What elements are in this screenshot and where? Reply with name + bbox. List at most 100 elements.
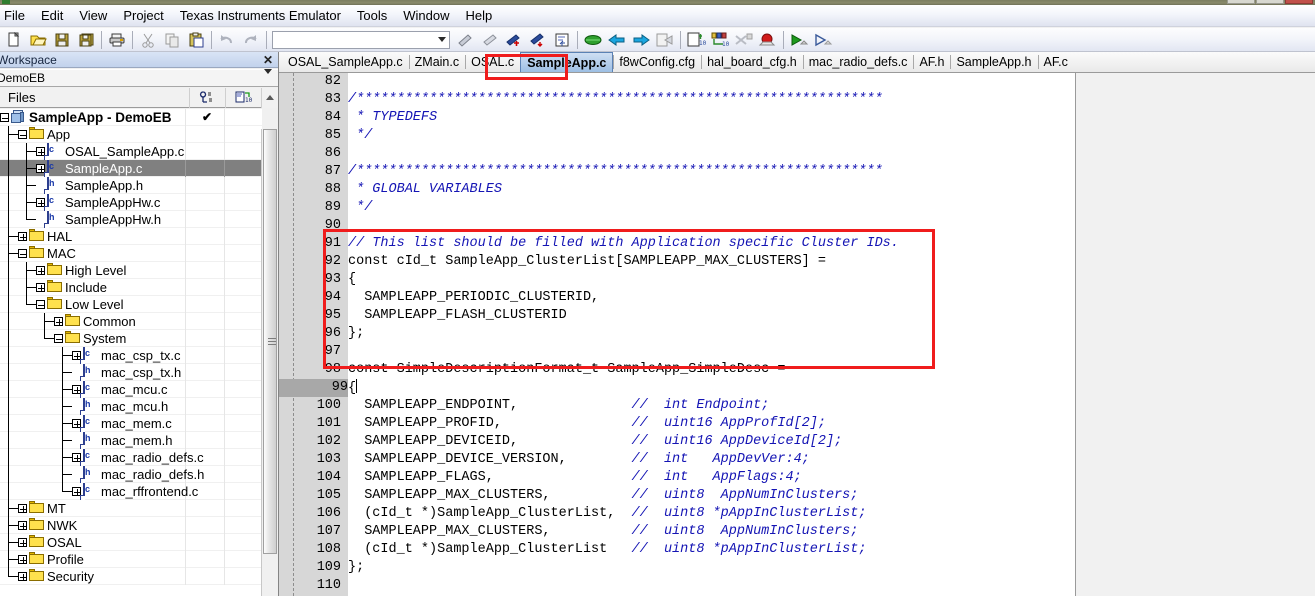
collapse-icon[interactable]: [36, 299, 45, 309]
open-folder-icon[interactable]: [26, 29, 50, 51]
make-icon[interactable]: [605, 29, 629, 51]
build-columns-icon[interactable]: 10: [225, 87, 261, 108]
editor-tab[interactable]: mac_radio_defs.c: [802, 52, 914, 72]
tree-item[interactable]: Security: [0, 567, 262, 585]
menu-edit[interactable]: Edit: [33, 6, 71, 25]
bookmark-toggle-icon[interactable]: [454, 29, 478, 51]
expand-icon[interactable]: [54, 316, 63, 326]
paste-icon[interactable]: [184, 29, 208, 51]
tree-item[interactable]: High Level: [0, 261, 262, 279]
source-code-view[interactable]: 82 83 /***********************************…: [279, 73, 1075, 596]
tree-item[interactable]: SampleAppHw.h: [0, 210, 262, 228]
build-configuration-dropdown[interactable]: DemoEB: [0, 69, 278, 88]
stop-build-icon[interactable]: [653, 29, 677, 51]
expand-icon[interactable]: [36, 265, 45, 275]
tree-item[interactable]: mac_csp_tx.c: [0, 346, 262, 364]
menu-window[interactable]: Window: [395, 6, 457, 25]
menu-project[interactable]: Project: [115, 6, 171, 25]
navigate-to-combo[interactable]: [272, 30, 450, 49]
debug-run-icon[interactable]: [787, 29, 811, 51]
tree-item[interactable]: SampleAppHw.c: [0, 193, 262, 211]
tree-item[interactable]: System: [0, 329, 262, 347]
expand-icon[interactable]: [18, 554, 27, 564]
project-file-tree[interactable]: SampleApp - DemoEB✔AppOSAL_SampleApp.cSa…: [0, 109, 262, 596]
overview-columns-icon[interactable]: [189, 87, 225, 108]
break-all-icon[interactable]: [732, 29, 756, 51]
compile-icon[interactable]: [581, 29, 605, 51]
collapse-icon[interactable]: [18, 129, 27, 139]
collapse-icon[interactable]: [0, 112, 9, 122]
tree-item[interactable]: SampleApp.h: [0, 176, 262, 194]
find-references-icon[interactable]: 10: [708, 29, 732, 51]
expand-icon[interactable]: [18, 503, 27, 513]
scrollbar-thumb[interactable]: [263, 129, 277, 554]
tree-item[interactable]: Low Level: [0, 295, 262, 313]
breakpoint-icon[interactable]: [756, 29, 780, 51]
expand-icon[interactable]: [18, 537, 27, 547]
menu-view[interactable]: View: [71, 6, 115, 25]
minimize-button[interactable]: [1227, 0, 1255, 4]
print-icon[interactable]: [105, 29, 129, 51]
menu-help[interactable]: Help: [458, 6, 501, 25]
tree-vertical-scrollbar[interactable]: [261, 129, 278, 596]
editor-tab[interactable]: ZMain.c: [408, 52, 465, 72]
tree-item[interactable]: NWK: [0, 516, 262, 534]
tree-item[interactable]: mac_mcu.c: [0, 380, 262, 398]
collapse-icon[interactable]: [18, 248, 27, 258]
close-icon[interactable]: ✕: [263, 53, 273, 67]
tree-item[interactable]: mac_mem.h: [0, 431, 262, 449]
chevron-down-icon[interactable]: [264, 69, 272, 88]
bookmark-prev-icon[interactable]: [526, 29, 550, 51]
tree-item[interactable]: SampleApp.c: [0, 159, 262, 177]
menu-file[interactable]: File: [0, 6, 33, 25]
editor-tab[interactable]: AF.h: [913, 52, 950, 72]
tree-item[interactable]: Profile: [0, 550, 262, 568]
bookmark-clear-icon[interactable]: [478, 29, 502, 51]
tree-item[interactable]: App: [0, 125, 262, 143]
redo-icon[interactable]: [239, 29, 263, 51]
copy-icon[interactable]: [160, 29, 184, 51]
debug-without-download-icon[interactable]: [811, 29, 835, 51]
close-button[interactable]: [1285, 0, 1313, 4]
tree-item[interactable]: MAC: [0, 244, 262, 262]
new-file-icon[interactable]: [2, 29, 26, 51]
expand-icon[interactable]: [36, 282, 45, 292]
cut-icon[interactable]: [136, 29, 160, 51]
tree-item[interactable]: OSAL: [0, 533, 262, 551]
tree-item[interactable]: OSAL_SampleApp.c: [0, 142, 262, 160]
chevron-down-icon[interactable]: [435, 32, 449, 48]
tree-item[interactable]: SampleApp - DemoEB ✔: [0, 109, 262, 126]
editor-tab[interactable]: AF.c: [1037, 52, 1074, 72]
maximize-button[interactable]: [1256, 0, 1284, 4]
make-restore-icon[interactable]: [629, 29, 653, 51]
editor-tab[interactable]: OSAL.c: [465, 52, 520, 72]
expand-icon[interactable]: [18, 520, 27, 530]
editor-tab[interactable]: SampleApp.c: [520, 52, 614, 72]
tree-item[interactable]: mac_csp_tx.h: [0, 363, 262, 381]
find-declaration-icon[interactable]: 10: [684, 29, 708, 51]
editor-tab[interactable]: SampleApp.h: [950, 52, 1037, 72]
menu-tools[interactable]: Tools: [349, 6, 395, 25]
menu-ti-emulator[interactable]: Texas Instruments Emulator: [172, 6, 349, 25]
editor-tab[interactable]: hal_board_cfg.h: [701, 52, 803, 72]
tree-item[interactable]: HAL: [0, 227, 262, 245]
tree-item[interactable]: Include: [0, 278, 262, 296]
undo-icon[interactable]: [215, 29, 239, 51]
tree-item[interactable]: mac_radio_defs.h: [0, 465, 262, 483]
tree-item[interactable]: mac_mem.c: [0, 414, 262, 432]
editor-tab[interactable]: OSAL_SampleApp.c: [282, 52, 409, 72]
collapse-icon[interactable]: [54, 333, 63, 343]
tree-item[interactable]: mac_radio_defs.c: [0, 448, 262, 466]
tree-item[interactable]: MT: [0, 499, 262, 517]
find-in-file-icon[interactable]: [550, 29, 574, 51]
save-icon[interactable]: [50, 29, 74, 51]
tree-item[interactable]: Common: [0, 312, 262, 330]
window-controls[interactable]: [1227, 0, 1313, 4]
save-all-icon[interactable]: [74, 29, 98, 51]
tree-item[interactable]: mac_mcu.h: [0, 397, 262, 415]
expand-icon[interactable]: [18, 231, 27, 241]
tree-scroll-up-button[interactable]: [261, 87, 278, 108]
expand-icon[interactable]: [18, 571, 27, 581]
tree-item[interactable]: mac_rffrontend.c: [0, 482, 262, 500]
bookmark-next-icon[interactable]: [502, 29, 526, 51]
